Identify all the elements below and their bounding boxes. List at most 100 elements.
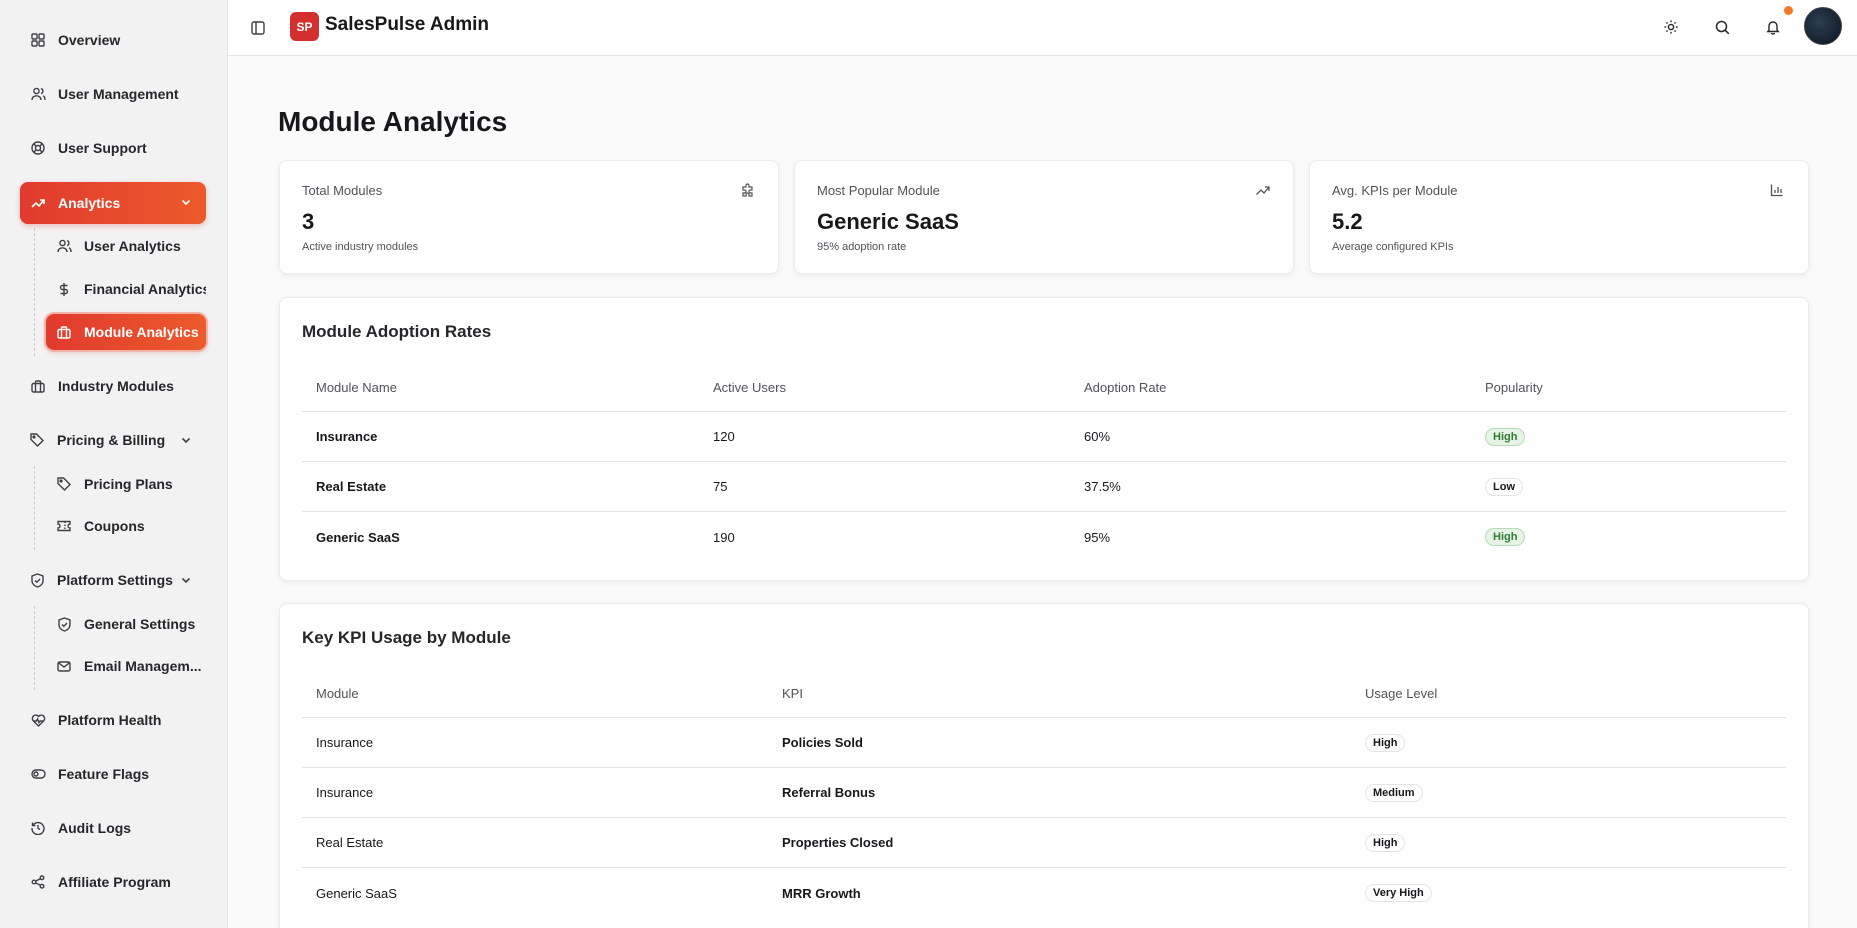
chevron-down-icon [178,432,194,448]
popularity-cell: Low [1485,462,1523,511]
sidebar-item-module-analytics[interactable]: Module Analytics [46,314,206,350]
table-row: Real Estate Properties Closed High [302,818,1786,868]
sidebar-item-pricing-billing[interactable]: Pricing & Billing [20,420,206,460]
sidebar-item-label: Pricing & Billing [57,432,166,448]
top-header: SP SalesPulse Admin [228,0,1857,56]
popularity-cell: High [1485,512,1526,562]
sidebar-item-label: General Settings [84,616,196,632]
sidebar-toggle-icon[interactable] [248,18,268,38]
sidebar-item-label: Industry Modules [58,378,174,394]
popularity-badge: High [1485,427,1526,446]
sidebar-item-label: Platform Health [58,712,162,728]
stat-subtext: Active industry modules [302,241,419,253]
sidebar-item-label: Financial Analytics [84,281,206,297]
table-header-row: Module Name Active Users Adoption Rate P… [302,364,1786,412]
stat-card-total-modules: Total Modules 3 Active industry modules [279,160,779,274]
submenu-line [34,606,35,690]
submenu-line [34,228,35,356]
sidebar-item-label: Audit Logs [58,820,132,836]
bell-icon[interactable] [1762,16,1784,38]
sidebar-item-user-support[interactable]: User Support [20,128,206,168]
briefcase-icon [56,324,72,340]
tag-icon [56,476,72,492]
stat-value: 5.2 [1332,209,1363,234]
theme-toggle-icon[interactable] [1660,16,1682,38]
sidebar-item-platform-settings[interactable]: Platform Settings [20,560,206,600]
main-content: Module Analytics Total Modules 3 Active … [228,56,1857,928]
module-name: Insurance [316,429,378,444]
avatar[interactable] [1804,7,1842,45]
sidebar-item-pricing-plans[interactable]: Pricing Plans [46,466,206,502]
briefcase-icon [30,378,46,394]
stat-card-avg-kpis: Avg. KPIs per Module 5.2 Average configu… [1309,160,1809,274]
adoption-rate: 95% [1084,529,1111,545]
search-icon[interactable] [1711,16,1733,38]
sidebar-item-label: Affiliate Program [58,874,171,890]
trending-up-icon [1255,183,1271,199]
usage-badge: High [1365,733,1406,752]
toggle-icon [30,766,46,782]
sidebar-item-user-analytics[interactable]: User Analytics [46,228,206,264]
usage-cell: Very High [1365,868,1432,918]
ticket-icon [56,518,72,534]
stat-label: Avg. KPIs per Module [1332,183,1458,198]
column-header: KPI [782,686,803,701]
table-row: Real Estate 75 37.5% Low [302,462,1786,512]
kpi-name: MRR Growth [782,885,861,901]
table-row: Generic SaaS 190 95% High [302,512,1786,562]
popularity-cell: High [1485,412,1526,461]
module-name: Real Estate [316,479,387,494]
dollar-icon [56,281,72,297]
app-logo: SP [290,12,319,41]
page-title: Module Analytics [278,106,508,137]
shield-icon [56,616,72,632]
sidebar-item-email-management[interactable]: Email Managem... [46,648,206,684]
sidebar-item-user-management[interactable]: User Management [20,74,206,114]
trending-up-icon [30,195,46,211]
column-header: Popularity [1485,380,1543,395]
sidebar-item-coupons[interactable]: Coupons [46,508,206,544]
kpi-name: Properties Closed [782,835,894,850]
column-header: Adoption Rate [1084,380,1167,395]
sidebar-item-financial-analytics[interactable]: Financial Analytics [46,271,206,307]
sidebar-item-platform-health[interactable]: Platform Health [20,700,206,740]
sidebar: Overview User Management User Support An… [0,0,228,928]
sidebar-item-audit-logs[interactable]: Audit Logs [20,808,206,848]
bar-chart-icon [1770,183,1786,199]
column-header: Module Name [316,380,397,395]
stat-label: Most Popular Module [817,183,940,198]
sidebar-item-label: Module Analytics [84,324,199,340]
module-name: Insurance [316,735,374,750]
module-name: Generic SaaS [316,885,397,901]
table-row: Insurance Policies Sold High [302,718,1786,768]
sidebar-item-analytics[interactable]: Analytics [20,182,206,224]
usage-badge: High [1365,833,1406,852]
active-users: 75 [713,479,728,494]
sidebar-item-affiliate-program[interactable]: Affiliate Program [20,862,206,902]
table-header-row: Module KPI Usage Level [302,670,1786,718]
module-name: Real Estate [316,835,384,850]
sidebar-item-label: Feature Flags [58,766,150,782]
adoption-rate: 60% [1084,429,1111,444]
history-icon [30,820,46,836]
sidebar-item-label: Analytics [58,195,121,211]
sidebar-item-general-settings[interactable]: General Settings [46,606,206,642]
sidebar-item-label: Platform Settings [57,572,173,588]
mail-icon [56,658,72,674]
stat-card-most-popular: Most Popular Module Generic SaaS 95% ado… [794,160,1294,274]
sidebar-item-label: User Management [58,86,179,102]
sidebar-item-feature-flags[interactable]: Feature Flags [20,754,206,794]
active-users: 120 [713,429,735,444]
adoption-rate: 37.5% [1084,479,1121,494]
kpi-table: Module KPI Usage Level Insurance Policie… [302,670,1786,918]
usage-cell: High [1365,818,1406,867]
sidebar-item-label: Pricing Plans [84,476,173,492]
tag-icon [29,432,45,448]
usage-cell: High [1365,718,1406,767]
sidebar-item-industry-modules[interactable]: Industry Modules [20,366,206,406]
usage-badge: Medium [1365,783,1423,802]
column-header: Active Users [713,380,786,395]
chevron-down-icon [178,194,194,210]
users-icon [30,86,46,102]
sidebar-item-overview[interactable]: Overview [20,20,206,60]
